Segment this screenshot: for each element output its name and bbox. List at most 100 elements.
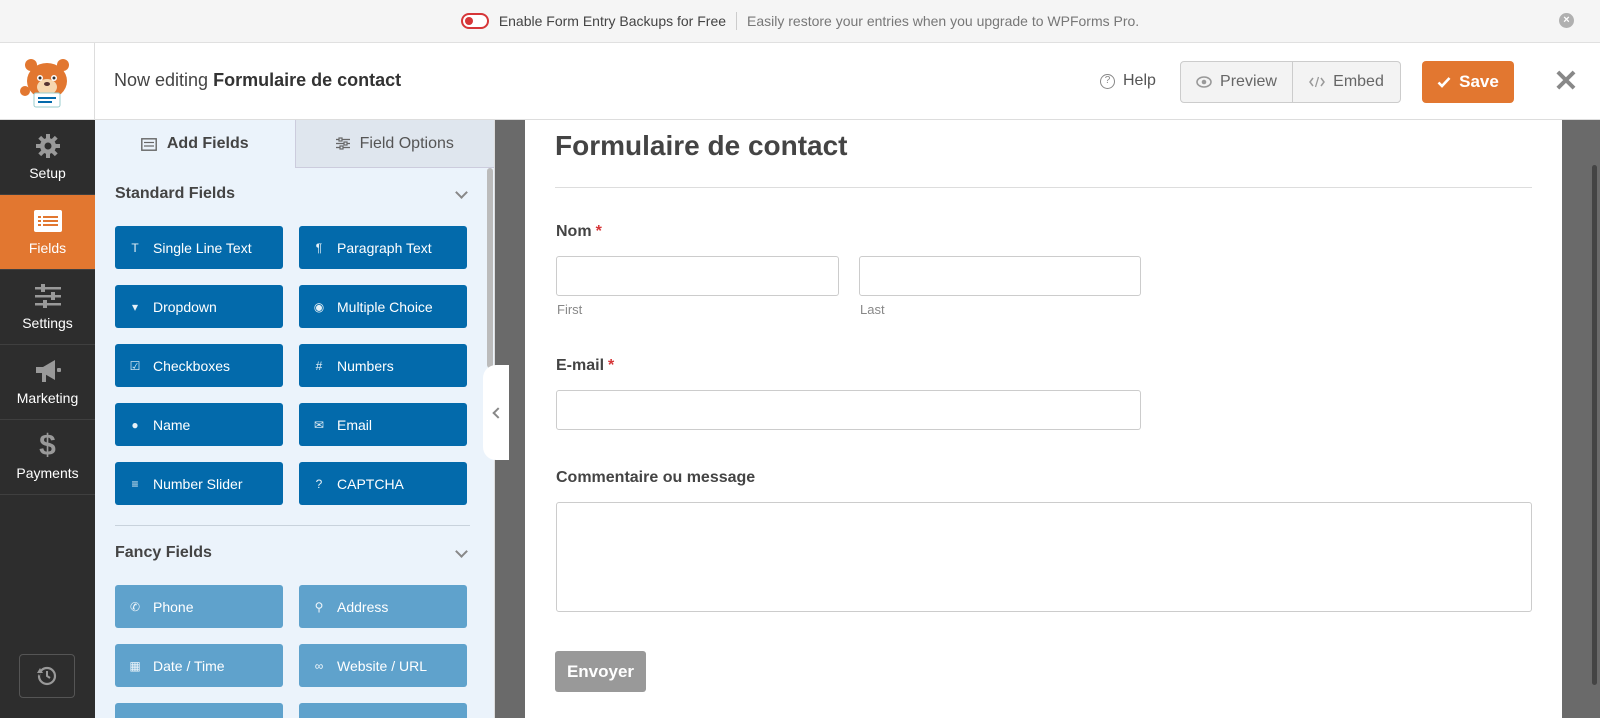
field-button-website-url[interactable]: ∞ Website / URL [299,644,467,687]
field-button-label: Website / URL [337,657,427,674]
sidebar-item-fields[interactable]: Fields [0,195,95,270]
notice-message: Easily restore your entries when you upg… [747,13,1140,29]
embed-label: Embed [1333,73,1384,90]
sidebar-item-marketing[interactable]: Marketing [0,345,95,420]
field-button-number-slider[interactable]: ≡ Number Slider [115,462,283,505]
email-label-text: E-mail [556,357,605,374]
dollar-icon: $ [39,429,56,462]
link-icon: ∞ [314,658,324,673]
field-button-phone[interactable]: ✆ Phone [115,585,283,628]
notice-close-icon[interactable]: × [1559,13,1574,28]
close-builder-icon[interactable]: ✕ [1543,59,1589,105]
preview-button[interactable]: Preview [1181,62,1293,102]
panel-tabs: Add Fields Field Options [95,120,494,168]
last-name-input[interactable] [859,256,1141,296]
list-icon [140,137,157,151]
fancy-fields-header[interactable]: Fancy Fields [115,544,470,562]
field-button-paragraph-text[interactable]: ¶ Paragraph Text [299,226,467,269]
field-button-partial[interactable] [299,703,467,718]
builder-sidebar: Setup Fields Settings Marketing $ Paymen… [0,120,95,718]
history-icon [37,666,57,686]
sidebar-item-payments[interactable]: $ Payments [0,420,95,495]
embed-button[interactable]: Embed [1293,62,1400,102]
sidebar-label-fields: Fields [28,240,67,256]
form-name: Formulaire de contact [213,70,402,90]
field-button-label: Multiple Choice [337,298,433,315]
chevron-down-icon [455,185,468,199]
field-button-partial[interactable] [115,703,283,718]
phone-icon: ✆ [129,599,141,614]
notice-bar: Enable Form Entry Backups for Free Easil… [0,0,1600,43]
name-field-label: Nom * [556,223,602,241]
first-sublabel: First [557,302,583,317]
field-button-numbers[interactable]: # Numbers [299,344,467,387]
radio-icon: ◉ [313,299,325,314]
backup-toggle-label: Enable Form Entry Backups for Free [498,13,727,29]
checkmark-icon [1437,77,1451,88]
field-button-multiple-choice[interactable]: ◉ Multiple Choice [299,285,467,328]
first-name-input[interactable] [556,256,839,296]
envelope-icon: ✉ [313,417,325,432]
sidebar-item-setup[interactable]: Setup [0,120,95,195]
chevron-down-icon [455,544,468,558]
checkbox-icon: ☑ [129,358,141,373]
field-button-label: Number Slider [153,475,243,492]
preview-embed-group: Preview Embed [1180,61,1401,103]
sidebar-item-settings[interactable]: Settings [0,270,95,345]
editing-prefix: Now editing [114,70,209,90]
fields-icon [33,208,63,234]
field-button-address[interactable]: ⚲ Address [299,585,467,628]
panel-scrollbar[interactable] [487,168,493,368]
megaphone-icon [33,358,63,384]
bear-mascot-icon [20,58,69,107]
save-button[interactable]: Save [1422,61,1514,103]
field-button-label: CAPTCHA [337,475,404,492]
wpforms-logo [0,43,95,120]
question-icon: ? [1100,73,1115,89]
builder-header: Now editing Formulaire de contact ? Help… [0,43,1600,120]
gear-icon [35,133,61,159]
sidebar-label-settings: Settings [22,315,73,331]
options-sliders-icon [335,137,350,150]
calendar-icon: ▦ [129,658,141,673]
sidebar-label-setup: Setup [29,165,66,181]
title-divider [555,187,1532,188]
collapse-panel-button[interactable] [483,365,509,460]
backup-toggle[interactable] [460,13,489,29]
field-button-date-time[interactable]: ▦ Date / Time [115,644,283,687]
field-button-dropdown[interactable]: ▾ Dropdown [115,285,283,328]
field-button-label: Name [153,416,191,433]
preview-scrollbar[interactable] [1592,165,1597,685]
notice-divider [736,12,738,30]
user-icon: ● [131,417,139,432]
field-button-label: Single Line Text [153,239,252,256]
sidebar-label-payments: Payments [16,465,79,481]
save-label: Save [1459,72,1499,91]
last-sublabel: Last [860,302,885,317]
field-button-checkboxes[interactable]: ☑ Checkboxes [115,344,283,387]
group-divider [115,525,470,526]
tab-add-fields[interactable]: Add Fields [95,120,295,168]
field-button-label: Numbers [337,357,394,374]
email-input[interactable] [556,390,1141,430]
tab-field-options[interactable]: Field Options [294,120,494,168]
revisions-button[interactable] [19,654,75,698]
text-icon: T [131,240,139,255]
submit-button[interactable]: Envoyer [555,651,646,692]
field-button-name[interactable]: ● Name [115,403,283,446]
help-button[interactable]: ? Help [1100,72,1156,90]
field-button-captcha[interactable]: ? CAPTCHA [299,462,467,505]
field-button-email[interactable]: ✉ Email [299,403,467,446]
field-button-single-line-text[interactable]: T Single Line Text [115,226,283,269]
message-label-text: Commentaire ou message [556,469,756,486]
required-marker: * [595,223,602,240]
field-button-label: Checkboxes [153,357,231,374]
field-button-label: Dropdown [153,298,217,315]
field-button-label: Phone [153,598,194,615]
code-icon [1309,76,1326,88]
sidebar-label-marketing: Marketing [16,390,79,406]
message-textarea[interactable] [556,502,1532,612]
field-button-label: Address [337,598,389,615]
standard-fields-header[interactable]: Standard Fields [115,185,470,203]
message-field-label: Commentaire ou message [556,469,755,487]
